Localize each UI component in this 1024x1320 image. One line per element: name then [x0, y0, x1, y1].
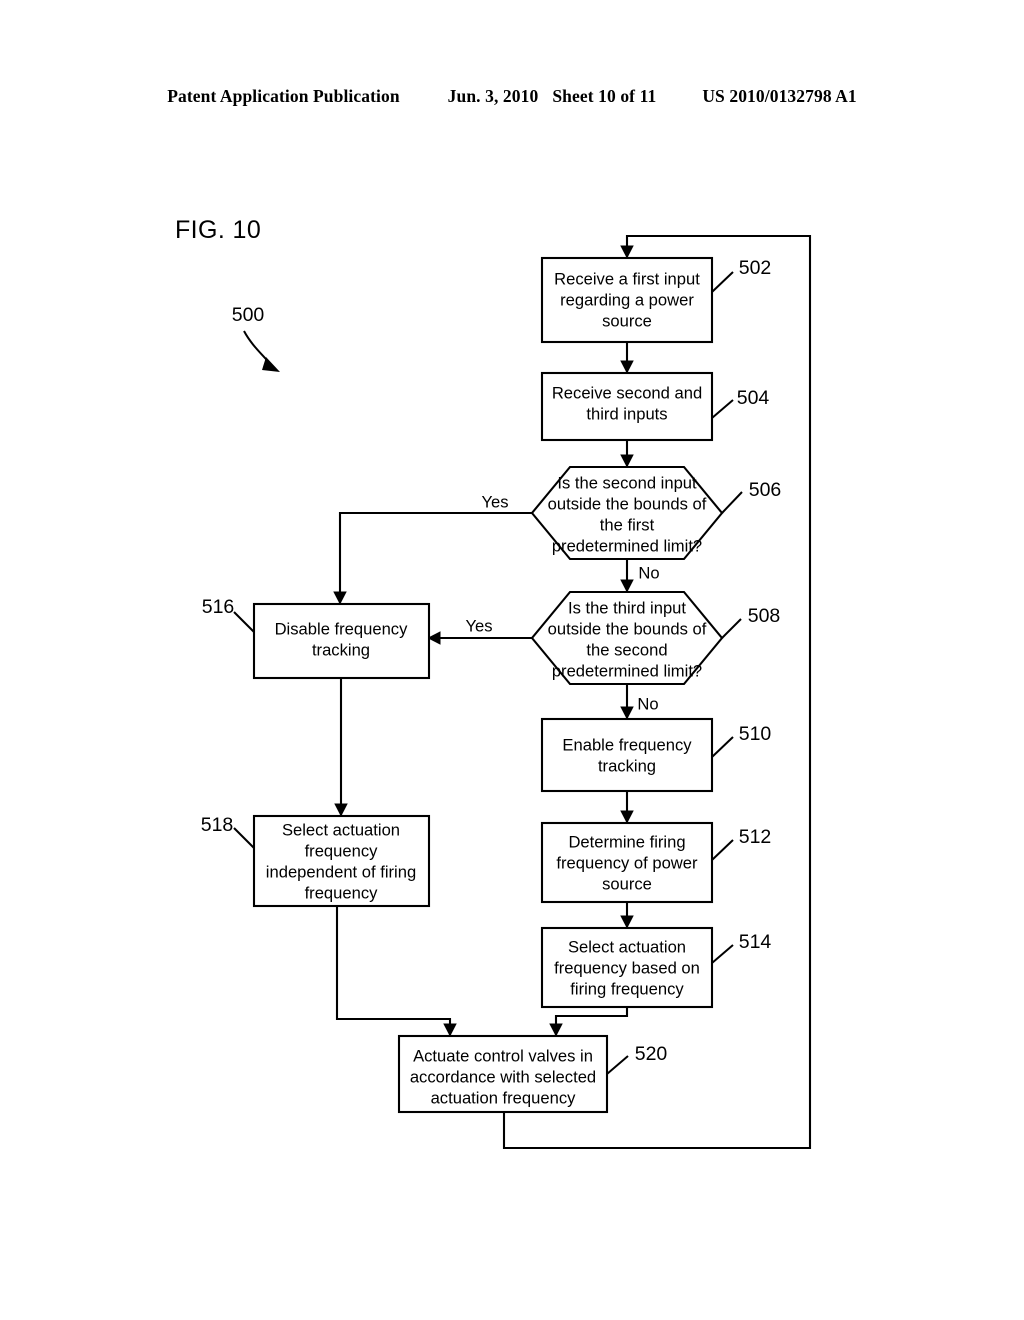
node-510-ref: 510 [739, 723, 772, 745]
edge-label-508-no: No [637, 694, 658, 713]
edge-514-to-520 [549, 1007, 629, 1037]
node-512-line-1: Determine firing [568, 832, 685, 851]
node-518-ref-leader [233, 827, 255, 849]
node-518-line-4: frequency [305, 883, 379, 902]
edge-506-yes-to-516 [333, 511, 532, 605]
node-502-ref: 502 [739, 257, 772, 279]
node-512-ref: 512 [739, 826, 772, 848]
node-518-ref: 518 [201, 814, 234, 836]
node-506-line-4: predetermined limit? [552, 536, 702, 555]
flowchart-diagram: 500 Receive a first input regarding a po… [201, 234, 812, 1150]
node-508-line-4: predetermined limit? [552, 661, 702, 680]
node-514-line-2: frequency based on [554, 958, 700, 977]
node-516-line-2: tracking [312, 640, 370, 659]
node-512-line-2: frequency of power [556, 853, 698, 872]
node-510-line-1: Enable frequency [562, 735, 692, 754]
node-502-line-1: Receive a first input [554, 269, 700, 288]
node-506-line-3: the first [600, 515, 655, 534]
node-506-line-2: outside the bounds of [548, 494, 707, 513]
node-510-ref-leader [711, 736, 734, 758]
node-514-ref-leader [711, 944, 734, 964]
node-508-line-3: the second [586, 640, 667, 659]
node-508-ref: 508 [748, 605, 781, 627]
node-508-ref-leader [721, 618, 742, 639]
node-506-line-1: Is the second input [557, 473, 697, 492]
node-520-line-1: Actuate control valves in [413, 1046, 593, 1065]
node-514-ref: 514 [739, 931, 772, 953]
edge-label-508-yes: Yes [465, 616, 492, 635]
node-520-ref: 520 [635, 1043, 668, 1065]
node-518-line-2: frequency [305, 841, 379, 860]
edge-518-to-520 [335, 906, 457, 1037]
node-508-line-2: outside the bounds of [548, 619, 707, 638]
node-504-line-1: Receive second and [552, 383, 702, 402]
node-504-line-2: third inputs [586, 404, 667, 423]
node-506-ref: 506 [749, 479, 782, 501]
node-504-ref-leader [711, 399, 734, 419]
node-518-line-3: independent of firing [266, 862, 416, 881]
node-514-line-1: Select actuation [568, 937, 686, 956]
node-520-ref-leader [606, 1055, 629, 1075]
node-520-line-2: accordance with selected [410, 1067, 596, 1086]
patent-page: Patent Application Publication Jun. 3, 2… [0, 0, 1024, 1320]
node-516-ref-leader [233, 611, 255, 633]
node-502-line-3: source [602, 311, 652, 330]
node-518-line-1: Select actuation [282, 820, 400, 839]
node-510-box [540, 717, 714, 793]
node-514-line-3: firing frequency [570, 979, 684, 998]
node-506-ref-leader [721, 491, 743, 514]
node-502-ref-leader [711, 271, 734, 293]
node-504-ref: 504 [737, 387, 770, 409]
node-502-line-2: regarding a power [560, 290, 694, 309]
figure-ref-500: 500 [232, 304, 265, 326]
node-516-ref: 516 [202, 596, 235, 618]
edge-label-506-yes: Yes [481, 492, 508, 511]
node-520-line-3: actuation frequency [431, 1088, 577, 1107]
node-516-line-1: Disable frequency [275, 619, 409, 638]
node-508-line-1: Is the third input [568, 598, 686, 617]
edge-label-506-no: No [638, 563, 659, 582]
node-512-ref-leader [711, 839, 734, 861]
node-510-line-2: tracking [598, 756, 656, 775]
node-512-line-3: source [602, 874, 652, 893]
figure-ref-500-arrowhead [262, 357, 280, 372]
